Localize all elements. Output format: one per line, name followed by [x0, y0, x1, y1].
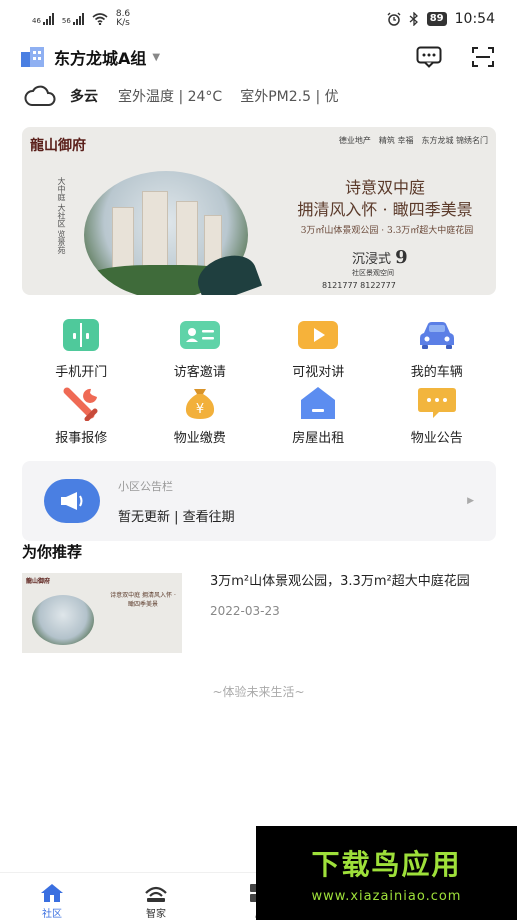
- service-property-notice[interactable]: 物业公告: [378, 380, 497, 446]
- notice-text: 小区公告栏 暂无更新 | 查看往期: [118, 478, 467, 525]
- tab-smart-home[interactable]: 智家: [104, 873, 208, 920]
- service-door-open[interactable]: 手机开门: [22, 310, 141, 380]
- signal-bars-1-icon: [42, 13, 54, 25]
- service-label: 可视对讲: [292, 365, 345, 380]
- thumbnail-image: [32, 595, 94, 645]
- banner-brands: 德业地产 精筑 幸福 东方龙城 锦绣名门: [339, 135, 488, 146]
- door-icon: [60, 314, 102, 355]
- promo-banner[interactable]: 龍山御府 德业地产 精筑 幸福 东方龙城 锦绣名门 大中庭 大社区 览景苑 诗意…: [22, 127, 496, 295]
- notice-body: 暂无更新 | 查看往期: [118, 509, 235, 525]
- speed-unit: K/s: [116, 18, 130, 28]
- chat-bubble-icon: [416, 384, 458, 421]
- watermark-title: 下载鸟应用: [311, 847, 462, 881]
- banner-subtitle: 3万㎡山体景观公园 · 3.3万㎡超大中庭花园: [300, 226, 474, 236]
- notice-title: 小区公告栏: [118, 479, 173, 493]
- weather-condition: 多云: [70, 89, 98, 105]
- article-info: 3万m²山体景观公园，3.3万m²超大中庭花园 2022-03-23: [210, 573, 470, 655]
- svg-text:¥: ¥: [196, 402, 204, 417]
- service-repair[interactable]: 报事报修: [22, 380, 141, 446]
- service-video-intercom[interactable]: 可视对讲: [259, 310, 378, 380]
- banner-brand-c: 东方龙城 锦绣名门: [421, 136, 488, 145]
- tab-community[interactable]: 社区: [0, 873, 104, 920]
- tab-label: 社区: [42, 909, 62, 920]
- status-bar: 46 56 8.6 K/s 89 10:54: [0, 0, 517, 38]
- visitor-card-icon: [179, 314, 221, 355]
- network-speed: 8.6 K/s: [116, 10, 130, 28]
- signal-2: 56: [62, 13, 84, 25]
- house-icon: [297, 384, 339, 421]
- weather-bar: 多云 室外温度 | 24°C 室外PM2.5 | 优: [0, 80, 517, 112]
- community-name: 东方龙城A组: [54, 49, 147, 68]
- banner-phone: 8121777 8122777: [322, 281, 396, 290]
- header-actions: [415, 43, 497, 71]
- article-date: 2022-03-23: [210, 604, 280, 618]
- megaphone-icon: [44, 479, 100, 523]
- watermark-logo: 下载鸟应用 www.xiazainiao.com: [256, 826, 517, 920]
- banner-headline-1: 诗意双中庭: [344, 178, 425, 197]
- thumbnail-logo: 龍山御府: [26, 578, 51, 585]
- service-property-fee[interactable]: ¥ 物业缴费: [141, 380, 260, 446]
- footer-slogan: ~体验未来生活~: [212, 685, 305, 699]
- chevron-right-icon: ▶: [467, 496, 474, 506]
- service-label: 房屋出租: [292, 431, 345, 446]
- service-label: 物业公告: [410, 431, 463, 446]
- smart-home-icon: [145, 886, 167, 902]
- recommend-article[interactable]: 龍山御府 诗意双中庭 拥清风入怀 · 瞰四季美景 3万m²山体景观公园，3.3万…: [22, 573, 496, 655]
- message-button[interactable]: [415, 43, 443, 71]
- banner-logo: 龍山御府: [30, 138, 86, 154]
- battery-level: 89: [426, 12, 447, 26]
- service-label: 手机开门: [55, 365, 108, 380]
- message-icon: [416, 46, 442, 68]
- service-label: 我的车辆: [410, 365, 463, 380]
- service-label: 报事报修: [55, 431, 108, 446]
- video-play-icon: [297, 314, 339, 355]
- outdoor-pm25: 室外PM2.5 | 优: [240, 89, 339, 105]
- cloud-icon: [24, 85, 56, 106]
- banner-brand-small: 社区景观空间: [352, 269, 394, 277]
- watermark-url: www.xiazainiao.com: [311, 888, 462, 904]
- banner-brand-name: 沉浸式: [352, 252, 392, 267]
- signal-1: 46: [32, 13, 54, 25]
- signal-bars-2-icon: [72, 13, 84, 25]
- service-label: 物业缴费: [173, 431, 226, 446]
- home-icon: [41, 884, 63, 902]
- banner-headline: 诗意双中庭 拥清风入怀 · 瞰四季美景: [280, 177, 490, 221]
- service-label: 访客邀请: [173, 365, 226, 380]
- bluetooth-icon: [409, 12, 418, 26]
- banner-headline-2: 拥清风入怀 · 瞰四季美景: [297, 200, 473, 219]
- banner-brand-b: 精筑 幸福: [378, 136, 414, 145]
- outdoor-temperature: 室外温度 | 24°C: [118, 89, 223, 105]
- header: 东方龙城A组 ▼: [0, 40, 517, 74]
- wrench-icon: [60, 384, 102, 421]
- article-title: 3万m²山体景观公园，3.3万m²超大中庭花园: [210, 574, 470, 589]
- network-tag-1: 46: [32, 17, 41, 25]
- service-visitor-invite[interactable]: 访客邀请: [141, 310, 260, 380]
- article-thumbnail: 龍山御府 诗意双中庭 拥清风入怀 · 瞰四季美景: [22, 573, 182, 653]
- service-my-vehicle[interactable]: 我的车辆: [378, 310, 497, 380]
- recommend-section-title: 为你推荐: [22, 543, 83, 561]
- status-right: 89 10:54: [387, 11, 495, 27]
- service-house-rent[interactable]: 房屋出租: [259, 380, 378, 446]
- status-time: 10:54: [454, 11, 495, 27]
- chevron-down-icon: ▼: [152, 51, 161, 63]
- thumbnail-text: 诗意双中庭 拥清风入怀 · 瞰四季美景: [110, 592, 176, 608]
- tab-label: 智家: [146, 909, 166, 920]
- community-selector[interactable]: 东方龙城A组 ▼: [20, 45, 160, 69]
- money-bag-icon: ¥: [179, 384, 221, 421]
- status-left: 46 56 8.6 K/s: [32, 10, 130, 28]
- scan-icon: [472, 47, 494, 67]
- scan-button[interactable]: [469, 43, 497, 71]
- network-tag-2: 56: [61, 17, 71, 25]
- banner-side-text: 大中庭 大社区 览景苑: [57, 177, 66, 255]
- car-icon: [416, 314, 458, 355]
- community-notice-board[interactable]: 小区公告栏 暂无更新 | 查看往期 ▶: [22, 461, 496, 541]
- wifi-icon: [92, 13, 108, 25]
- alarm-icon: [387, 12, 401, 26]
- service-grid: 手机开门 访客邀请 可视对讲 我的车辆 报事报修 ¥ 物业缴费 房屋出租 物业公…: [22, 310, 496, 450]
- building-icon: [21, 47, 44, 67]
- banner-brand-number: 9: [395, 247, 408, 268]
- banner-brand-mark: 沉浸式 9 社区景观空间: [352, 247, 408, 278]
- banner-brand-a: 德业地产: [338, 136, 371, 145]
